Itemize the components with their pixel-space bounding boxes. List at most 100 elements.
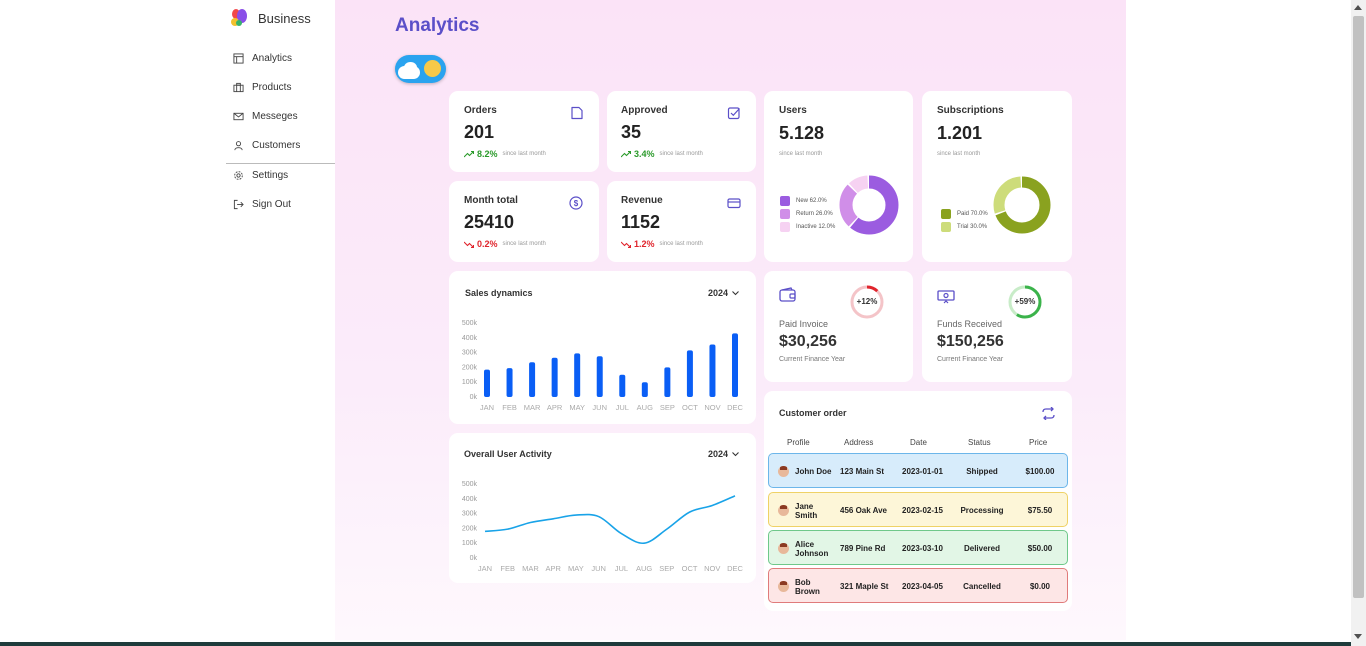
y-tick-label: 100k	[462, 540, 478, 547]
main-content: Analytics Orders 201 8.2% since last mon…	[335, 0, 1126, 640]
card-title: Overall User Activity	[464, 449, 552, 459]
scrollbar[interactable]	[1351, 0, 1366, 646]
customer-address: 123 Main St	[840, 467, 885, 476]
trend-down-icon	[464, 241, 474, 248]
since-label: since last month	[659, 151, 703, 157]
card-value: 35	[621, 122, 642, 142]
sales-bar	[664, 367, 671, 397]
brand[interactable]: Business	[230, 8, 311, 28]
sidebar-item-label: Analytics	[252, 53, 293, 64]
gear-icon	[234, 171, 243, 180]
legend-item: Paid 70.0%	[941, 207, 988, 220]
trend-up-icon	[621, 150, 631, 157]
card-title: Subscriptions	[937, 105, 1004, 116]
sales-year-select[interactable]: 2024	[708, 288, 739, 298]
trend-up-icon	[464, 150, 474, 157]
y-tick-label: 0k	[470, 555, 478, 562]
sales-bar	[619, 374, 626, 397]
paid-invoice-card: +12% Paid Invoice $30,256 Current Financ…	[764, 271, 913, 382]
table-row[interactable]: Alice Johnson 789 Pine Rd 2023-03-10 Delive…	[768, 530, 1068, 565]
logout-icon	[233, 199, 244, 210]
card-value: 5.128	[779, 123, 825, 143]
y-tick-label: 0k	[470, 394, 478, 401]
sidebar-item-customers[interactable]: Customers	[226, 131, 335, 160]
since-label: since last month	[937, 151, 981, 157]
y-tick-label: 500k	[462, 320, 478, 327]
table-header-date: Date	[910, 438, 927, 447]
customer-name: Jane Smith	[795, 501, 818, 520]
sales-bar	[596, 356, 603, 397]
sidebar-item-analytics[interactable]: Analytics	[226, 44, 335, 73]
sidebar-item-label: Settings	[252, 170, 289, 181]
sales-bar-chart: 500k 400k 300k 200k 100k 0kJAN FEB MAR APR MAY JUN…	[462, 320, 744, 412]
x-tick-label: SEP	[659, 564, 674, 573]
sales-bar	[529, 362, 536, 397]
sidebar-item-products[interactable]: Products	[226, 73, 335, 102]
users-card: Users 5.128 since last month New 62.0% R…	[764, 91, 913, 262]
x-tick-label: JAN	[480, 403, 494, 412]
delta: 1.2% since last month	[621, 239, 703, 249]
y-tick-label: 300k	[462, 511, 478, 518]
x-tick-label: AUG	[637, 403, 653, 412]
page: Business Analytics Products Messeges Cus…	[0, 0, 1366, 646]
activity-year-select[interactable]: 2024	[708, 449, 739, 459]
sales-bar	[641, 382, 648, 397]
order-date: 2023-04-05	[902, 582, 943, 591]
svg-text:$: $	[574, 199, 579, 208]
card-value: 1152	[621, 212, 661, 232]
scroll-thumb[interactable]	[1353, 16, 1364, 598]
mail-icon	[233, 112, 244, 121]
finance-sub: Current Finance Year	[779, 356, 846, 363]
delta-value: 3.4%	[634, 149, 655, 159]
order-status: Shipped	[966, 467, 998, 476]
sidebar-item-settings[interactable]: Settings	[226, 161, 335, 190]
finance-value: $150,256	[937, 333, 1004, 350]
avatar	[778, 581, 789, 592]
sidebar-bottom-nav: Settings Sign Out	[226, 161, 335, 219]
card-title: Users	[779, 105, 807, 116]
revenue-card: Revenue 1152 1.2% since last month	[607, 181, 756, 262]
sidebar-item-label: Messeges	[252, 111, 298, 122]
document-icon	[571, 106, 583, 120]
table-row[interactable]: John Doe 123 Main St 2023-01-01 Shipped $100…	[768, 453, 1068, 488]
x-tick-label: FEB	[502, 403, 517, 412]
x-tick-label: OCT	[682, 564, 698, 573]
scroll-up-arrow-icon[interactable]	[1354, 5, 1362, 10]
table-header-profile: Profile	[787, 438, 810, 447]
y-tick-label: 400k	[462, 496, 478, 503]
avatar	[778, 543, 789, 554]
sales-bar	[506, 368, 513, 397]
wallet-icon	[779, 287, 796, 302]
sidebar-item-label: Sign Out	[252, 199, 291, 210]
card-title: Revenue	[621, 195, 663, 206]
sidebar-item-label: Products	[252, 82, 292, 93]
dollar-circle-icon: $	[569, 196, 583, 210]
table-row[interactable]: Jane Smith 456 Oak Ave 2023-02-15 Processin…	[768, 492, 1068, 527]
taskbar-edge	[0, 642, 1351, 646]
finance-label: Funds Received	[937, 319, 1003, 329]
y-tick-label: 100k	[462, 379, 478, 386]
theme-toggle[interactable]	[395, 55, 446, 83]
legend-item: Trial 30.0%	[941, 220, 988, 233]
scroll-down-arrow-icon[interactable]	[1354, 634, 1362, 639]
user-icon	[234, 141, 243, 151]
y-tick-label: 200k	[462, 364, 478, 371]
activity-line-chart: 500k 400k 300k 200k 100k 0kJAN FEB MAR APR MAY JUN…	[462, 481, 744, 573]
refresh-icon[interactable]	[1041, 407, 1056, 420]
delta-value: 1.2%	[634, 239, 655, 249]
x-tick-label: MAR	[524, 403, 541, 412]
subscriptions-card: Subscriptions 1.201 since last month Pai…	[922, 91, 1072, 262]
legend-item: New 62.0%	[780, 194, 835, 207]
subscriptions-donut-chart	[993, 176, 1051, 234]
credit-card-icon	[727, 198, 741, 209]
table-row[interactable]: Bob Brown 321 Maple St 2023-04-05 Cancelled…	[768, 568, 1068, 603]
funds-badge: +59%	[1014, 297, 1036, 306]
order-price: $75.50	[1027, 506, 1053, 515]
sidebar-nav: Analytics Products Messeges Customers	[226, 44, 335, 160]
card-value: 1.201	[937, 123, 983, 143]
customer-address: 456 Oak Ave	[840, 506, 887, 515]
sales-bar	[484, 369, 490, 397]
sidebar-item-sign-out[interactable]: Sign Out	[226, 190, 335, 219]
sidebar-item-messeges[interactable]: Messeges	[226, 102, 335, 131]
activity-line	[484, 495, 736, 545]
